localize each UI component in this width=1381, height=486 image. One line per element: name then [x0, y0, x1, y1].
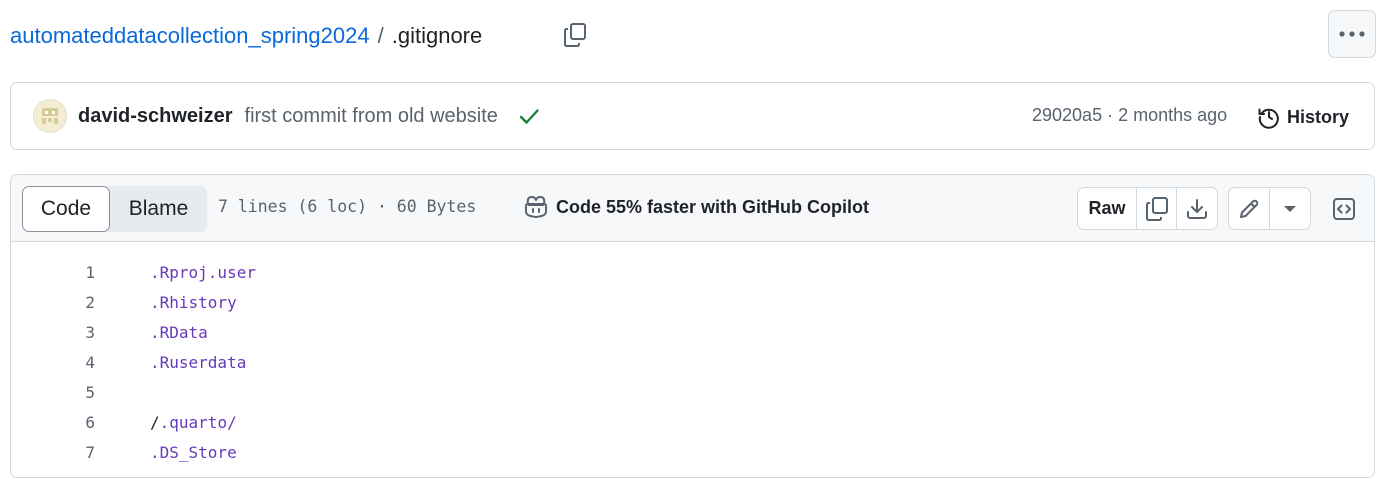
code-square-icon — [1332, 197, 1355, 220]
avatar[interactable] — [33, 99, 67, 133]
copy-path-button[interactable] — [558, 18, 592, 52]
code-line: 7 .DS_Store — [11, 437, 1374, 467]
edit-file-button[interactable] — [1229, 188, 1270, 229]
line-content: .RData — [150, 322, 208, 342]
file-viewer: Code Blame 7 lines (6 loc) · 60 Bytes Co… — [10, 174, 1375, 478]
kebab-horizontal-icon — [1339, 31, 1365, 37]
line-number[interactable]: 4 — [11, 353, 95, 372]
code-line: 4 .Ruserdata — [11, 347, 1374, 377]
code-line: 2 .Rhistory — [11, 287, 1374, 317]
line-number[interactable]: 7 — [11, 443, 95, 462]
line-prefix: / — [150, 412, 160, 432]
download-icon — [1187, 198, 1207, 219]
file-header: Code Blame 7 lines (6 loc) · 60 Bytes Co… — [11, 175, 1374, 242]
line-content: /.quarto/ — [150, 413, 237, 432]
symbols-panel-button[interactable] — [1322, 187, 1365, 230]
tab-blame[interactable]: Blame — [110, 186, 207, 232]
identicon-avatar-icon — [35, 101, 65, 131]
line-number[interactable]: 3 — [11, 323, 95, 342]
latest-commit-bar: david-schweizer first commit from old we… — [10, 82, 1375, 150]
history-icon — [1258, 108, 1279, 129]
raw-button[interactable]: Raw — [1078, 188, 1137, 229]
line-content: .DS_Store — [150, 442, 237, 462]
breadcrumb-separator: / — [377, 23, 384, 48]
edit-dropdown-button[interactable] — [1270, 188, 1310, 229]
line-number[interactable]: 5 — [11, 383, 95, 402]
code-lines: 1 .Rproj.user 2 .Rhistory 3 .RData 4 .Ru… — [11, 242, 1374, 467]
code-line: 3 .RData — [11, 317, 1374, 347]
line-number[interactable]: 6 — [11, 413, 95, 432]
copilot-promo-text: Code 55% faster with GitHub Copilot — [556, 196, 870, 217]
line-content: .Rproj.user — [150, 262, 256, 282]
more-options-button[interactable] — [1328, 10, 1376, 58]
commit-author[interactable]: david-schweizer — [78, 105, 233, 128]
pencil-icon — [1240, 199, 1259, 218]
breadcrumb: automateddatacollection_spring2024 / .gi… — [10, 19, 482, 53]
history-label: History — [1287, 106, 1350, 127]
tab-code[interactable]: Code — [22, 186, 110, 232]
code-line: 6 /.quarto/ — [11, 407, 1374, 437]
copilot-icon — [525, 196, 547, 218]
file-name: .gitignore — [391, 23, 483, 48]
commit-sha-and-time[interactable]: 29020a5 · 2 months ago — [1032, 105, 1227, 126]
raw-copy-download-group: Raw — [1077, 187, 1218, 230]
line-content: .Rhistory — [150, 292, 237, 312]
line-content: .Ruserdata — [150, 352, 247, 372]
view-mode-toggle: Code Blame — [22, 186, 207, 232]
triangle-down-icon — [1284, 205, 1296, 212]
copy-icon — [1145, 196, 1168, 221]
edit-group — [1228, 187, 1311, 230]
history-button[interactable]: History — [1247, 100, 1359, 134]
copy-raw-button[interactable] — [1137, 188, 1177, 229]
file-info: 7 lines (6 loc) · 60 Bytes — [218, 197, 477, 216]
raw-label: Raw — [1088, 198, 1126, 218]
copilot-promo-link[interactable]: Code 55% faster with GitHub Copilot — [523, 195, 869, 219]
line-number[interactable]: 1 — [11, 263, 95, 282]
line-text: .quarto/ — [159, 412, 237, 432]
commit-message[interactable]: first commit from old website — [245, 105, 498, 128]
repo-link[interactable]: automateddatacollection_spring2024 — [10, 23, 370, 49]
code-line: 5 — [11, 377, 1374, 407]
line-number[interactable]: 2 — [11, 293, 95, 312]
copy-icon — [564, 23, 586, 47]
check-status-icon[interactable] — [518, 104, 542, 128]
download-button[interactable] — [1177, 188, 1217, 229]
code-line: 1 .Rproj.user — [11, 257, 1374, 287]
